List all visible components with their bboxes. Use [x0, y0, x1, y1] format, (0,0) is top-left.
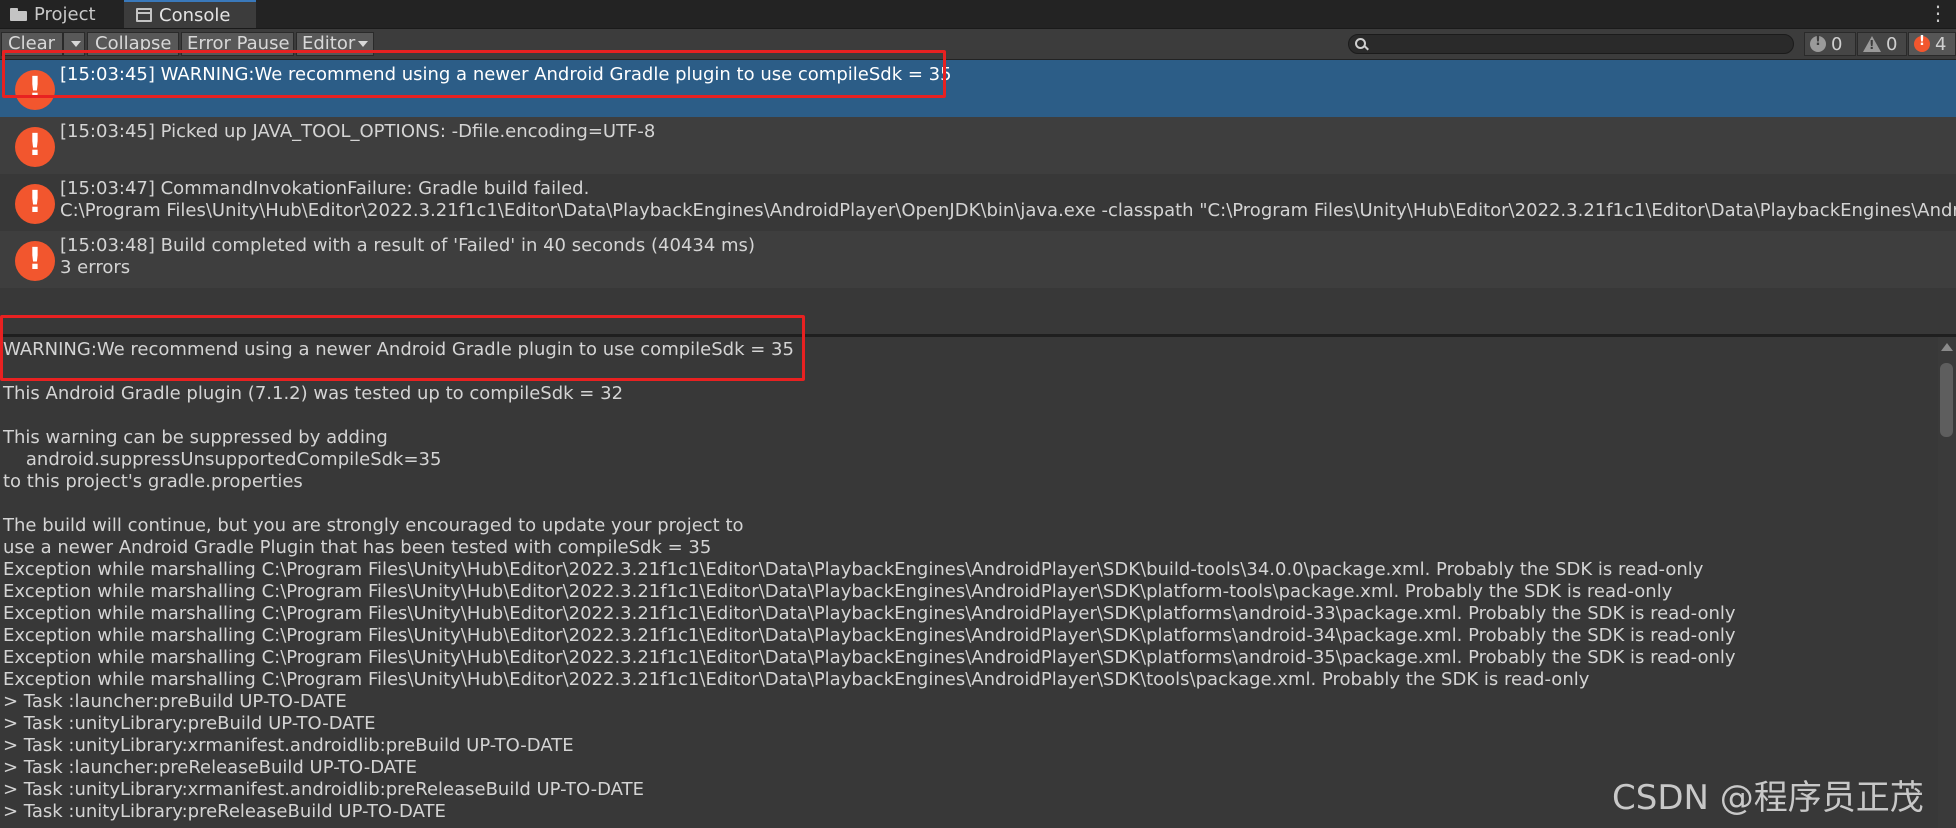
chevron-down-icon [71, 41, 81, 47]
detail-line: > Task :unityLibrary:xrmanifest.androidl… [3, 735, 574, 756]
error-count: 4 [1935, 33, 1947, 55]
tab-console[interactable]: Console [124, 0, 256, 28]
log-entry-message: [15:03:47] CommandInvokationFailure: Gra… [60, 178, 590, 199]
error-icon [1914, 34, 1930, 52]
highlight-box-detail [0, 315, 805, 381]
warning-icon [1863, 36, 1881, 52]
info-count: 0 [1831, 33, 1843, 55]
chevron-down-icon [358, 41, 369, 47]
scroll-up-arrow-icon[interactable] [1941, 343, 1953, 351]
info-messages-toggle[interactable]: 0 [1804, 32, 1856, 56]
warning-messages-toggle[interactable]: 0 [1857, 32, 1907, 56]
detail-line: This warning can be suppressed by adding [3, 427, 388, 448]
detail-line: Exception while marshalling C:\Program F… [3, 625, 1736, 646]
error-icon [15, 241, 55, 281]
log-list: [15:03:45] WARNING:We recommend using a … [0, 60, 1956, 334]
detail-line: Exception while marshalling C:\Program F… [3, 581, 1673, 602]
detail-line: Exception while marshalling C:\Program F… [3, 669, 1590, 690]
detail-line: > Task :unityLibrary:xrmanifest.androidl… [3, 779, 644, 800]
tab-project-label: Project [34, 3, 96, 25]
error-icon [15, 184, 55, 224]
log-entry-detail: 3 errors [60, 257, 131, 278]
detail-line: > Task :unityLibrary:preBuild UP-TO-DATE [3, 713, 376, 734]
scrollbar-thumb[interactable] [1940, 363, 1953, 437]
detail-line: Exception while marshalling C:\Program F… [3, 647, 1736, 668]
detail-line: > Task :launcher:preReleaseBuild UP-TO-D… [3, 757, 418, 778]
folder-icon [10, 7, 27, 21]
detail-line: > Task :launcher:preBuild UP-TO-DATE [3, 691, 347, 712]
log-entry[interactable]: [15:03:47] CommandInvokationFailure: Gra… [0, 174, 1956, 231]
highlight-box-log-entry [2, 50, 946, 98]
error-messages-toggle[interactable]: 4 [1908, 32, 1956, 56]
detail-line: to this project's gradle.properties [3, 471, 303, 492]
detail-line: Exception while marshalling C:\Program F… [3, 559, 1704, 580]
error-icon [15, 127, 55, 167]
log-entry-message: [15:03:48] Build completed with a result… [60, 235, 755, 256]
log-entry[interactable]: [15:03:48] Build completed with a result… [0, 231, 1956, 288]
detail-line: This Android Gradle plugin (7.1.2) was t… [3, 383, 624, 404]
tab-bar: Project Console ⋮ [0, 0, 1956, 29]
search-icon [1355, 38, 1366, 49]
detail-line: android.suppressUnsupportedCompileSdk=35 [3, 449, 442, 470]
warning-count: 0 [1886, 33, 1898, 55]
more-options-icon[interactable]: ⋮ [1928, 2, 1948, 24]
detail-line: The build will continue, but you are str… [3, 515, 744, 536]
tab-console-label: Console [159, 4, 231, 26]
detail-line: Exception while marshalling C:\Program F… [3, 603, 1736, 624]
detail-line: use a newer Android Gradle Plugin that h… [3, 537, 712, 558]
stacktrace-detail-pane[interactable]: WARNING:We recommend using a newer Andro… [0, 337, 1956, 828]
detail-line: > Task :unityLibrary:preReleaseBuild UP-… [3, 801, 446, 822]
console-icon [136, 8, 152, 22]
search-input[interactable] [1348, 34, 1794, 54]
watermark: CSDN @程序员正茂 [1612, 778, 1924, 818]
info-icon [1810, 34, 1826, 52]
log-entry-message: [15:03:45] Picked up JAVA_TOOL_OPTIONS: … [60, 121, 656, 142]
log-entry-detail: C:\Program Files\Unity\Hub\Editor\2022.3… [60, 200, 1956, 221]
tab-project[interactable]: Project [0, 0, 122, 28]
log-entry[interactable]: [15:03:45] Picked up JAVA_TOOL_OPTIONS: … [0, 117, 1956, 174]
